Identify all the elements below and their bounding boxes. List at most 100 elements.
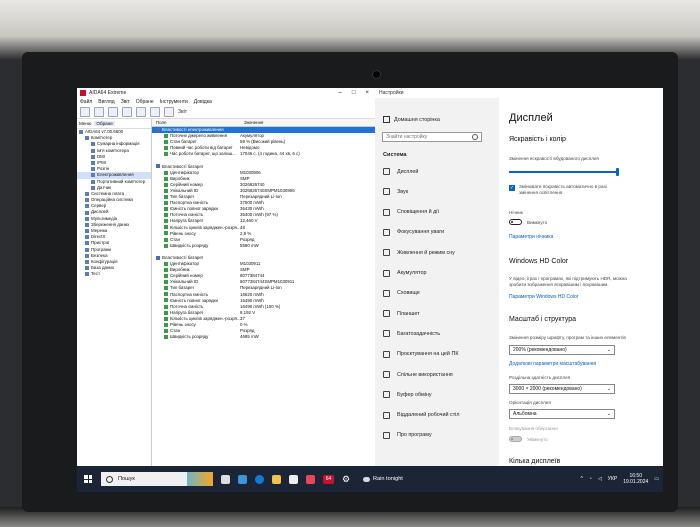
nav-item[interactable]: Віддалений робочий стіл [383,411,460,419]
menu-help[interactable]: Довідка [194,99,212,105]
field-icon [164,194,168,199]
field-icon [164,231,168,236]
column-header-field[interactable]: Поле [152,119,244,126]
nav-item-label: Про програму [397,432,432,439]
night-light-toggle[interactable] [509,219,522,225]
minimize-icon[interactable]: – [339,90,342,96]
field-label: Тип батареї [170,194,194,200]
menu-file[interactable]: Файл [80,99,92,105]
field-icon [164,219,168,224]
nav-item[interactable]: Буфер обміну [383,391,432,399]
forward-icon[interactable] [94,107,104,117]
auto-brightness-checkbox[interactable]: ✓ [509,185,515,191]
orientation-dropdown[interactable]: Альбомна ⌄ [509,409,615,419]
nav-item[interactable]: Планшет [383,310,420,318]
nav-item-icon [383,168,390,175]
brightness-slider[interactable] [509,168,619,176]
scale-dropdown[interactable]: 200% (рекомендовано) ⌄ [509,345,615,355]
field-label: Рівень зносу [170,230,196,236]
clock[interactable]: 16:50 19.01.2024 [623,473,648,485]
nav-item[interactable]: Проєктування на цей ПК [383,350,458,358]
tab-favorites[interactable]: Обране [94,121,115,126]
nav-item[interactable]: Фокусування уваги [383,228,444,236]
field-label: Поточна ємність [170,212,204,218]
edge-icon[interactable] [255,474,264,484]
field-label: Напруга батареї [170,309,204,315]
settings-search-input[interactable]: Знайти настройку [382,132,482,142]
menu-favorites[interactable]: Обране [136,99,154,105]
task-view-icon[interactable] [221,474,230,484]
nav-item[interactable]: Про програму [383,431,432,439]
refresh-icon[interactable] [122,107,132,117]
mail-icon[interactable] [289,474,298,484]
scale-value: 200% (рекомендовано) [513,347,567,353]
resolution-dropdown[interactable]: 3000 × 2000 (рекомендовано) ⌄ [509,384,615,394]
report-button-label[interactable]: Звіт [178,109,187,115]
nav-item-label: Віддалений робочий стіл [397,412,460,419]
nav-item[interactable]: Сповіщення й дії [383,208,439,216]
slider-thumb[interactable] [616,168,619,176]
column-header-value[interactable]: Значення [244,119,375,126]
tree-node-icon [85,191,89,196]
field-icon [164,328,168,333]
search-highlight-image[interactable] [187,472,213,486]
nav-item[interactable]: Дисплей [383,168,418,175]
menu-tools[interactable]: Інструменти [160,99,188,105]
field-icon [164,280,168,285]
close-icon[interactable]: × [365,90,369,96]
table-row[interactable]: Швидкість розряду 4695 mW [152,334,375,340]
hd-color-link[interactable]: Параметри Windows HD Color [509,294,578,300]
taskbar-search-box[interactable]: Пошук [101,472,193,486]
user-icon[interactable] [136,107,146,117]
store-icon[interactable] [306,474,315,484]
chevron-down-icon: ⌄ [606,411,611,417]
nav-item[interactable]: Звук [383,188,408,196]
aida64-taskbar-icon[interactable]: 64 [323,474,334,484]
menu-view[interactable]: Вигляд [98,99,114,105]
tree-node-icon [85,241,89,246]
settings-gear-icon[interactable]: ⚙ [342,474,351,484]
settings-main: Дисплей Яскравість і колір Змінення яскр… [499,98,663,466]
file-explorer-icon[interactable] [272,474,281,484]
nav-item[interactable]: Акумулятор [383,269,426,277]
report-icon[interactable] [164,107,174,117]
field-icon [164,140,168,145]
field-icon [164,243,168,248]
back-icon[interactable] [80,107,90,117]
field-label: Стан батареї [170,139,197,145]
nav-item[interactable]: Сховище [383,289,420,297]
nav-item[interactable]: Багатозадачність [383,330,440,338]
widgets-icon[interactable] [238,474,247,484]
nav-item[interactable]: Спільне використання [383,371,453,378]
weather-widget[interactable]: Rain tonight [363,476,403,482]
tree-item[interactable]: Тест [77,271,151,277]
maximize-icon[interactable]: □ [352,90,356,96]
nav-item-icon [383,350,390,358]
nav-item[interactable]: Живлення й режим сну [383,249,455,257]
chart-icon[interactable] [150,107,160,117]
rotation-lock-toggle[interactable] [509,436,522,442]
nav-item-icon [383,310,390,318]
nav-item-icon [383,289,390,297]
home-link[interactable]: Домашня сторінка [383,116,440,123]
page-title: Дисплей [509,112,553,124]
language-indicator[interactable]: УКР [608,476,617,482]
tree-node-icon [85,198,89,203]
battery-section-icon [156,164,160,169]
chevron-up-icon[interactable]: ^ [581,476,583,482]
tab-menu[interactable]: Меню [79,121,91,126]
field-label: Паспортна ємність [170,200,209,206]
night-light-settings-link[interactable]: Параметри нічника [509,234,553,240]
settings-title: Настройки [379,90,404,96]
advanced-scaling-link[interactable]: Додаткові параметри масштабування [509,361,596,367]
search-icon [106,475,113,483]
aida-toolbar: Звіт [77,106,375,119]
volume-icon[interactable]: ◁ [598,476,602,482]
windows-start-icon[interactable] [84,475,92,483]
notifications-icon[interactable]: ▭ [654,476,659,482]
tree-node-icon [85,222,89,227]
field-icon [164,304,168,309]
menu-report[interactable]: Звіт [121,99,130,105]
network-icon[interactable]: ◔ [589,476,592,482]
up-icon[interactable] [108,107,118,117]
